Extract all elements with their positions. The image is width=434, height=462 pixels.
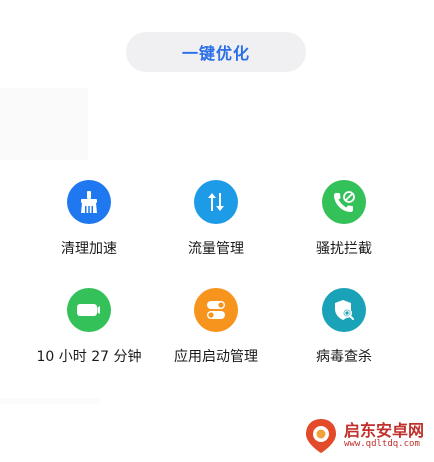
tool-app-launch-management[interactable]: 应用启动管理	[156, 288, 276, 368]
blocked-call-icon	[322, 180, 366, 224]
tool-label: 应用启动管理	[174, 349, 258, 365]
tool-label: 病毒查杀	[316, 349, 372, 365]
watermark-logo-icon	[306, 419, 336, 453]
broom-icon	[67, 180, 111, 224]
watermark-url: www.qdltdq.com	[344, 438, 420, 449]
tool-label: 10 小时 27 分钟	[36, 349, 142, 365]
data-arrows-icon	[194, 180, 238, 224]
toggle-icon	[194, 288, 238, 332]
tool-label: 清理加速	[61, 241, 117, 257]
tool-cleanup-speedup[interactable]: 清理加速	[29, 180, 149, 260]
battery-icon	[67, 288, 111, 332]
faint-divider	[0, 398, 100, 404]
shield-scan-icon	[322, 288, 366, 332]
site-watermark: 启东安卓网 www.qdltdq.com	[304, 414, 430, 458]
one-key-optimize-button[interactable]: 一键优化	[126, 32, 306, 72]
tool-virus-scan[interactable]: 病毒查杀	[284, 288, 404, 368]
watermark-name: 启东安卓网	[344, 421, 425, 441]
tool-data-management[interactable]: 流量管理	[156, 180, 276, 260]
tool-harassment-block[interactable]: 骚扰拦截	[284, 180, 404, 260]
faint-background-panel	[0, 88, 88, 160]
tool-label: 流量管理	[188, 241, 244, 257]
tool-label: 骚扰拦截	[316, 241, 372, 257]
tool-battery-time[interactable]: 10 小时 27 分钟	[29, 288, 149, 368]
